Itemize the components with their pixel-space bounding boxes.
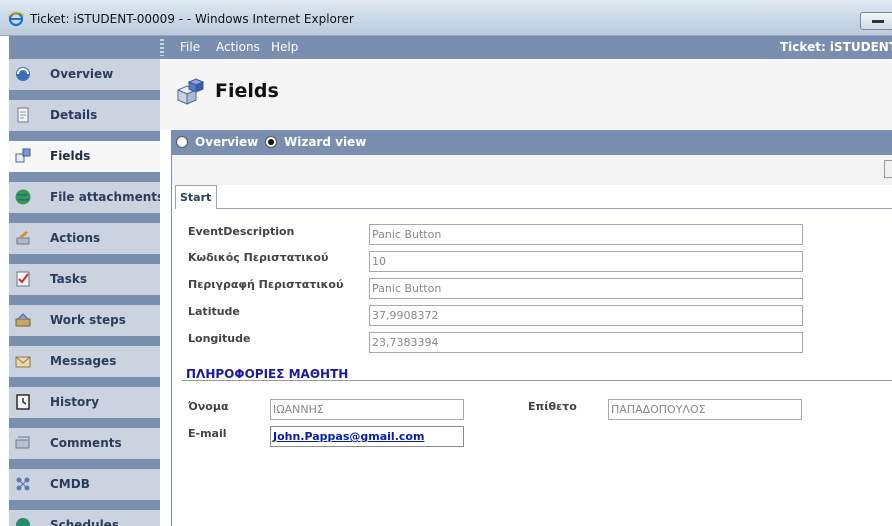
incident-description-field[interactable]: Panic Button [369, 278, 803, 299]
menu-actions[interactable]: Actions [216, 40, 260, 54]
sidebar-item-label: Overview [50, 67, 114, 81]
menu-help[interactable]: Help [271, 40, 298, 54]
student-info-section-title: ΠΛΗΡΟΦΟΡΙΕΣ ΜΑΘΗΤΗ [186, 367, 349, 381]
schedules-icon [16, 518, 30, 526]
latitude-label: Latitude [188, 305, 240, 318]
latitude-field[interactable]: 37,9908372 [369, 305, 803, 326]
email-label: E-mail [188, 427, 227, 440]
window-titlebar: Ticket: iSTUDENT-00009 - - Windows Inter… [0, 0, 892, 36]
sidebar-item-tasks[interactable]: Tasks [9, 264, 160, 305]
sidebar-item-label: Work steps [50, 313, 126, 327]
sidebar-item-label: Comments [50, 436, 122, 450]
sidebar-item-label: CMDB [50, 477, 90, 491]
incident-description-label: Περιγραφή Περιστατικού [188, 278, 344, 291]
sidebar-item-label: Details [50, 108, 98, 122]
messages-icon [15, 356, 31, 368]
sidebar-item-label: History [50, 395, 100, 409]
globe-icon [15, 189, 31, 205]
tasks-icon [16, 271, 30, 287]
overview-radio-label[interactable]: Overview [195, 135, 258, 149]
sidebar-item-actions[interactable]: Actions [9, 223, 160, 264]
history-icon [16, 394, 30, 410]
sidebar: Overview Details Fields File attachments… [9, 36, 160, 526]
first-name-field[interactable]: ΙΩΑΝΝΗΣ [270, 399, 464, 420]
wizard-view-radio[interactable] [265, 136, 277, 148]
wizard-toolbar [172, 155, 892, 185]
page-title: Fields [215, 80, 279, 102]
details-icon [17, 107, 29, 123]
sidebar-item-label: Schedules [50, 518, 119, 526]
page-header: Fields [160, 59, 892, 130]
sidebar-item-label: Fields [50, 149, 91, 163]
comments-icon [15, 436, 30, 449]
toolbar-grip[interactable] [160, 39, 164, 56]
section-divider [182, 380, 892, 381]
fields-icon [15, 148, 31, 163]
fields-panel: Overview Wizard view Start EventDescript… [171, 130, 892, 526]
sidebar-item-details[interactable]: Details [9, 100, 160, 141]
overview-radio[interactable] [176, 136, 188, 148]
sidebar-item-file-attachments[interactable]: File attachments [9, 182, 160, 223]
incident-code-label: Κωδικός Περιστατικού [188, 251, 329, 264]
work-steps-icon [15, 313, 31, 327]
ticket-title: Ticket: iSTUDENT [780, 40, 892, 54]
longitude-label: Longitude [188, 332, 251, 345]
incident-code-field[interactable]: 10 [369, 251, 803, 272]
sidebar-item-work-steps[interactable]: Work steps [9, 305, 160, 346]
view-mode-bar: Overview Wizard view [172, 130, 892, 155]
wizard-view-radio-label[interactable]: Wizard view [284, 135, 366, 149]
longitude-field[interactable]: 23,7383394 [369, 332, 803, 353]
internet-explorer-icon [8, 11, 24, 27]
window-title: Ticket: iSTUDENT-00009 - - Windows Inter… [30, 12, 354, 26]
tab-start[interactable]: Start [175, 185, 217, 209]
sidebar-item-messages[interactable]: Messages [9, 346, 160, 387]
wizard-action-button[interactable] [884, 160, 892, 178]
minimize-button[interactable] [860, 12, 892, 30]
sidebar-item-fields[interactable]: Fields [9, 141, 160, 182]
sidebar-item-comments[interactable]: Comments [9, 428, 160, 469]
sidebar-item-label: Actions [50, 231, 101, 245]
menu-file[interactable]: File [180, 40, 200, 54]
menu-bar: File Actions Help Ticket: iSTUDENT [160, 36, 892, 59]
sidebar-item-cmdb[interactable]: CMDB [9, 469, 160, 510]
actions-icon [16, 231, 30, 245]
event-description-field[interactable]: Panic Button [369, 224, 803, 245]
sidebar-item-label: Tasks [50, 272, 88, 286]
email-field[interactable]: John.Pappas@gmail.com [270, 426, 464, 447]
sidebar-top-strip [9, 36, 160, 59]
event-description-label: EventDescription [188, 225, 295, 238]
first-name-label: Όνομα [188, 400, 229, 413]
sidebar-item-label: File attachments [50, 190, 160, 204]
sidebar-item-label: Messages [50, 354, 117, 368]
last-name-label: Επίθετο [528, 400, 577, 413]
fields-cube-icon [176, 78, 205, 105]
sidebar-item-schedules[interactable]: Schedules [9, 510, 160, 526]
sidebar-item-history[interactable]: History [9, 387, 160, 428]
sidebar-item-overview[interactable]: Overview [9, 59, 160, 100]
cmdb-icon [16, 477, 30, 491]
tab-underline [217, 208, 892, 209]
main-content: Fields Overview Wizard view Start EventD… [160, 59, 892, 526]
last-name-field[interactable]: ΠΑΠΑΔΟΠΟΥΛΟΣ [608, 399, 802, 420]
overview-icon [16, 67, 30, 81]
